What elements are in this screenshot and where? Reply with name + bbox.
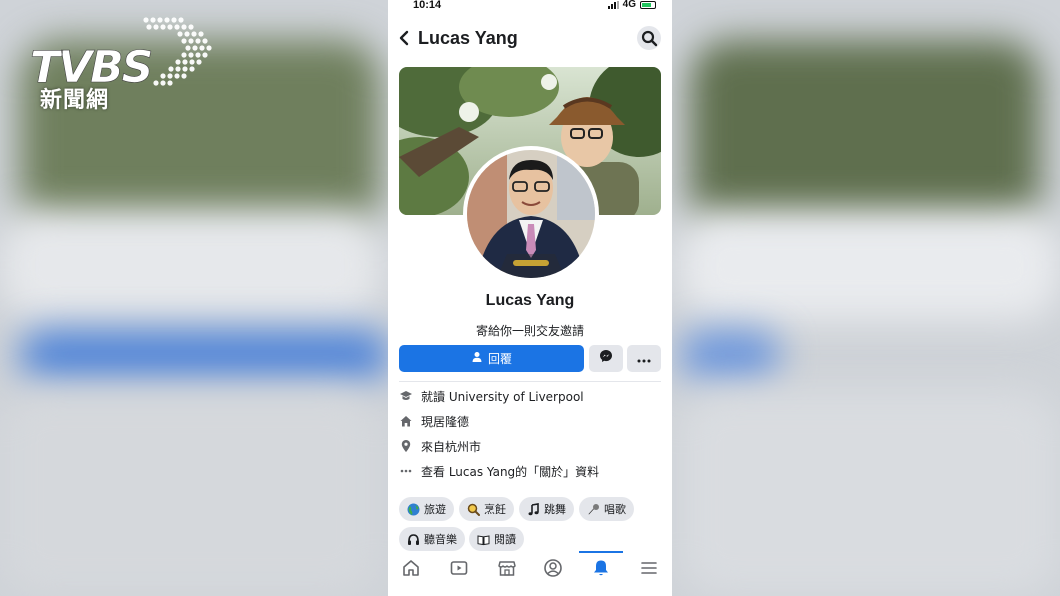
network-label: 4G <box>622 0 636 10</box>
more-horizontal-icon <box>637 350 651 368</box>
signal-icon <box>607 0 619 9</box>
hobby-chip[interactable]: 聽音樂 <box>399 527 465 551</box>
reply-button[interactable]: 回覆 <box>399 345 584 372</box>
detail-hometown: 來自杭州市 <box>399 436 661 456</box>
person-icon <box>471 351 483 366</box>
tvbs-logo-subtitle: 新聞網 <box>40 88 110 113</box>
book-icon <box>477 533 490 546</box>
divider <box>399 381 661 382</box>
bottom-tab-bar <box>388 551 672 585</box>
marketplace-icon[interactable] <box>495 556 519 580</box>
chevron-left-icon[interactable] <box>394 27 416 49</box>
hobby-label: 跳舞 <box>544 503 566 516</box>
messenger-button[interactable] <box>589 345 623 372</box>
profile-icon[interactable] <box>541 556 565 580</box>
hobby-label: 唱歌 <box>604 503 626 516</box>
video-icon[interactable] <box>447 556 471 580</box>
detail-about-link[interactable]: 查看 Lucas Yang的「關於」資料 <box>399 461 661 481</box>
hobby-label: 聽音樂 <box>424 533 457 546</box>
home-icon[interactable] <box>399 556 423 580</box>
detail-education: 就讀 University of Liverpool <box>399 386 661 406</box>
active-tab-indicator <box>579 551 623 553</box>
hobby-chip[interactable]: 跳舞 <box>519 497 574 521</box>
search-icon[interactable] <box>637 26 661 50</box>
microphone-icon <box>587 503 600 516</box>
location-pin-icon <box>399 439 413 453</box>
menu-icon[interactable] <box>637 556 661 580</box>
avatar[interactable] <box>463 146 599 282</box>
status-bar: 10:14 4G <box>388 0 672 12</box>
profile-header: Lucas Yang <box>388 22 672 56</box>
friend-request-text: 寄給你一則交友邀請 <box>475 324 584 338</box>
headphones-icon <box>407 533 420 546</box>
header-title: Lucas Yang <box>418 28 518 48</box>
hobby-label: 烹飪 <box>484 503 506 516</box>
detail-text: 現居隆德 <box>421 414 470 429</box>
detail-text: 來自杭州市 <box>421 439 482 454</box>
home-icon <box>399 414 413 428</box>
detail-residence: 現居隆德 <box>399 411 661 431</box>
hobby-chip[interactable]: 閱讀 <box>469 527 524 551</box>
reply-button-label: 回覆 <box>487 352 512 366</box>
bell-icon[interactable] <box>589 556 613 580</box>
detail-text: 就讀 University of Liverpool <box>421 389 584 404</box>
more-options-button[interactable] <box>627 345 661 372</box>
hobby-label: 旅遊 <box>424 503 446 516</box>
music-note-icon <box>527 502 540 516</box>
more-horizontal-icon <box>399 464 413 478</box>
status-time: 10:14 <box>413 0 442 11</box>
magnifier-icon <box>467 503 480 516</box>
messenger-icon <box>599 349 613 368</box>
detail-text: 查看 Lucas Yang的「關於」資料 <box>421 464 600 479</box>
battery-icon <box>640 0 656 9</box>
globe-icon <box>407 503 420 516</box>
phone-screen: 10:14 4G Lucas Yang Lucas Yang 寄給你一則交友邀請… <box>388 0 672 596</box>
hobby-chip[interactable]: 旅遊 <box>399 497 454 521</box>
profile-name: Lucas Yang <box>485 292 575 309</box>
graduation-cap-icon <box>399 389 413 403</box>
hobby-chip[interactable]: 烹飪 <box>459 497 514 521</box>
hobby-label: 閱讀 <box>494 533 516 546</box>
hobby-chip[interactable]: 唱歌 <box>579 497 634 521</box>
